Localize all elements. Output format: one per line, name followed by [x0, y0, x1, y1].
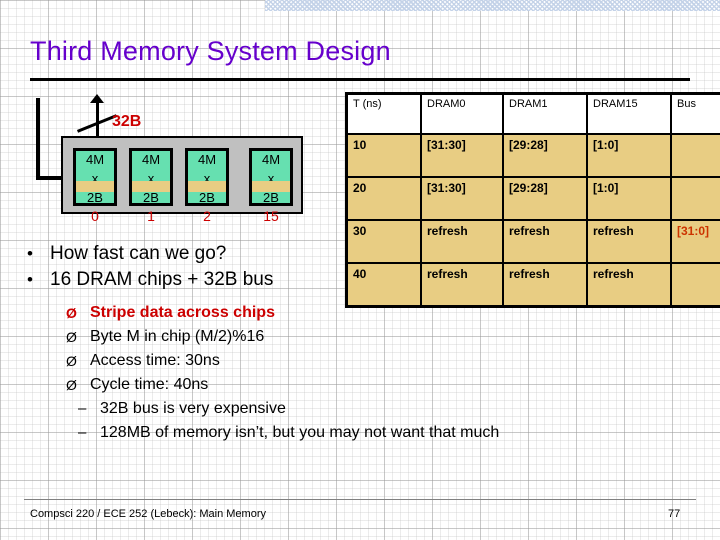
bullet-item-how-fast: • How fast can we go?: [14, 241, 614, 267]
chip-capacity-label: 4M: [261, 152, 281, 167]
subsubbullet-item-bus-expensive: – 32B bus is very expensive: [14, 397, 614, 421]
bullet-text: How fast can we go?: [50, 243, 227, 264]
subbullet-item-byte-mapping: Ø Byte M in chip (M/2)%16: [14, 325, 614, 349]
arrow-bullet-icon: Ø: [66, 329, 77, 345]
footer-divider: [24, 499, 696, 500]
bullet-marker-icon: •: [27, 270, 33, 289]
subsubbullet-item-memory-size: – 128MB of memory isn’t, but you may not…: [14, 421, 614, 445]
table-row: 10 [31:30] [29:28] [1:0]: [345, 133, 720, 178]
cell-dram0: [31:30]: [420, 176, 504, 221]
subsubbullet-text: 128MB of memory isn’t, but you may not w…: [100, 424, 500, 441]
column-header-bus: Bus: [670, 92, 720, 135]
chip-data-band: [132, 181, 170, 192]
chip-width-label: 2B: [143, 190, 159, 205]
dram-chip-15: 4M x 2B: [249, 148, 293, 206]
column-header-time: T (ns): [345, 92, 422, 135]
chip-index-1: 1: [147, 208, 155, 224]
bus-arrowhead-up-icon: [90, 94, 104, 103]
bus-width-label: 32B: [112, 113, 142, 130]
bullet-list: • How fast can we go? • 16 DRAM chips + …: [14, 241, 614, 445]
cell-bus: [670, 133, 720, 178]
cell-bus-active: [31:0]: [670, 219, 720, 264]
cell-time: 10: [345, 133, 422, 178]
cell-dram1: [29:28]: [502, 176, 588, 221]
subbullet-text: Access time: 30ns: [90, 352, 220, 369]
cell-dram1: [29:28]: [502, 133, 588, 178]
chip-width-label: 2B: [87, 190, 103, 205]
subbullet-text: Cycle time: 40ns: [90, 376, 209, 393]
dram-chip-diagram: 32B 4M x 2B 0 4M x 2B 1 4M x 2B 2 4M x 2…: [0, 0, 350, 240]
arrow-bullet-icon: Ø: [66, 353, 77, 369]
cell-time: 20: [345, 176, 422, 221]
bullet-text: 16 DRAM chips + 32B bus: [50, 269, 274, 290]
cell-bus: [670, 176, 720, 221]
cell-dram15: [1:0]: [586, 176, 672, 221]
footer-page-number: 77: [668, 508, 681, 520]
subbullet-text: Stripe data across chips: [90, 304, 275, 321]
chip-data-band: [76, 181, 114, 192]
address-line-vertical: [36, 98, 40, 180]
chip-capacity-label: 4M: [85, 152, 105, 167]
bullet-spacer: [14, 293, 614, 301]
column-header-dram1: DRAM1: [502, 92, 588, 135]
cell-dram15: [1:0]: [586, 133, 672, 178]
chip-index-0: 0: [91, 208, 99, 224]
chip-width-label: 2B: [263, 190, 279, 205]
column-header-dram0: DRAM0: [420, 92, 504, 135]
bullet-item-16-chips: • 16 DRAM chips + 32B bus: [14, 267, 614, 293]
column-header-dram15: DRAM15: [586, 92, 672, 135]
dram-chip-0: 4M x 2B: [73, 148, 117, 206]
slide-canvas: Third Memory System Design 32B 4M x 2B 0…: [0, 0, 720, 540]
chip-index-2: 2: [203, 208, 211, 224]
table-row: 20 [31:30] [29:28] [1:0]: [345, 176, 720, 221]
subbullet-text: Byte M in chip (M/2)%16: [90, 328, 265, 345]
subbullet-item-stripe-data: Ø Stripe data across chips: [14, 301, 614, 325]
subbullet-item-access-time: Ø Access time: 30ns: [14, 349, 614, 373]
arrow-bullet-icon: Ø: [66, 305, 77, 321]
arrow-bullet-icon: Ø: [66, 377, 77, 393]
chip-width-label: 2B: [199, 190, 215, 205]
dash-bullet-icon: –: [78, 400, 87, 417]
dram-chip-1: 4M x 2B: [129, 148, 173, 206]
subsubbullet-text: 32B bus is very expensive: [100, 400, 286, 417]
subbullet-item-cycle-time: Ø Cycle time: 40ns: [14, 373, 614, 397]
bullet-marker-icon: •: [27, 244, 33, 263]
table-header-row: T (ns) DRAM0 DRAM1 DRAM15 Bus: [345, 92, 720, 135]
chip-capacity-label: 4M: [197, 152, 217, 167]
chip-index-15: 15: [263, 208, 279, 224]
chip-data-band: [188, 181, 226, 192]
footer-course-label: Compsci 220 / ECE 252 (Lebeck): Main Mem…: [30, 508, 266, 520]
cell-bus: [670, 262, 720, 308]
dram-bank-container: 4M x 2B 0 4M x 2B 1 4M x 2B 2 …: [61, 136, 303, 224]
chip-data-band: [252, 181, 290, 192]
dram-chip-2: 4M x 2B: [185, 148, 229, 206]
dash-bullet-icon: –: [78, 424, 87, 441]
chip-capacity-label: 4M: [141, 152, 161, 167]
cell-dram0: [31:30]: [420, 133, 504, 178]
